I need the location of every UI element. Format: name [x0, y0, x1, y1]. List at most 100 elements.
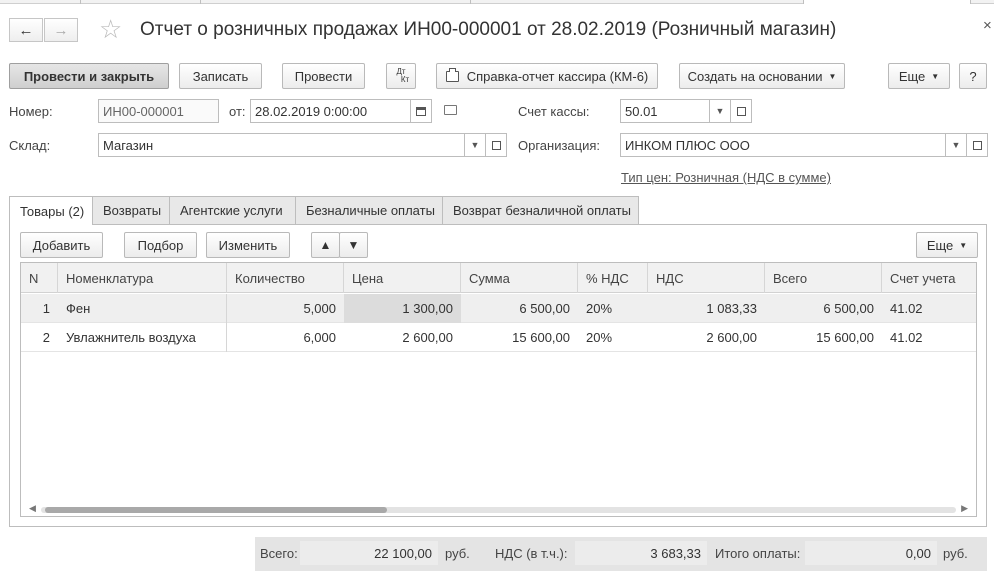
- col-header-sum[interactable]: Сумма: [461, 263, 578, 293]
- post-and-close-button[interactable]: Провести и закрыть: [9, 63, 169, 89]
- chevron-down-icon: ▼: [951, 140, 961, 150]
- forward-arrow-icon: →: [53, 21, 69, 39]
- tab-cashless-payments[interactable]: Безналичные оплаты: [295, 196, 443, 224]
- price-type-link[interactable]: Тип цен: Розничная (НДС в сумме): [621, 170, 831, 185]
- number-label: Номер:: [9, 104, 53, 119]
- cash-account-open[interactable]: [730, 99, 752, 123]
- warehouse-field[interactable]: Магазин: [98, 133, 465, 157]
- chevron-down-icon: ▼: [715, 106, 725, 116]
- scroll-left-icon[interactable]: ◀: [29, 503, 36, 514]
- cell-vat-rate: 20%: [586, 301, 613, 316]
- add-row-button[interactable]: Добавить: [20, 232, 103, 258]
- cell-sum: 15 600,00: [512, 330, 570, 345]
- currency-label-2: руб.: [943, 546, 968, 561]
- tab-separator: [80, 0, 81, 4]
- grid-more-label: Еще: [926, 237, 954, 253]
- table-row[interactable]: 2 Увлажнитель воздуха 6,000 2 600,00 15 …: [21, 323, 976, 352]
- tab-agent-services[interactable]: Агентские услуги: [169, 196, 296, 224]
- cell-qty: 6,000: [303, 330, 336, 345]
- cell-vat: 2 600,00: [706, 330, 757, 345]
- arrow-down-icon: ▼: [347, 238, 360, 252]
- cell-n: 2: [42, 330, 50, 345]
- tab-returns[interactable]: Возвраты: [92, 196, 170, 224]
- total-label: Всего:: [260, 546, 298, 561]
- open-icon: [736, 106, 746, 116]
- organization-open[interactable]: [966, 133, 988, 157]
- col-header-price[interactable]: Цена: [344, 263, 461, 293]
- tab-goods[interactable]: Товары (2): [9, 196, 93, 225]
- cell-sum: 6 500,00: [519, 301, 570, 316]
- table-row[interactable]: 1 Фен 5,000 1 300,00 6 500,00 20% 1 083,…: [21, 294, 976, 323]
- cash-account-dropdown[interactable]: ▼: [709, 99, 731, 123]
- warehouse-label: Склад:: [9, 138, 51, 153]
- cell-price: 2 600,00: [402, 330, 453, 345]
- dropdown-arrow-icon: ▼: [828, 71, 837, 81]
- paid-value: 0,00: [805, 541, 937, 565]
- cell-account: 41.02: [890, 301, 923, 316]
- help-button[interactable]: ?: [959, 63, 987, 89]
- more-label: Еще: [898, 68, 926, 84]
- warehouse-dropdown[interactable]: ▼: [464, 133, 486, 157]
- col-header-vat[interactable]: НДС: [648, 263, 765, 293]
- date-label: от:: [229, 104, 246, 119]
- post-button[interactable]: Провести: [282, 63, 365, 89]
- save-button[interactable]: Записать: [179, 63, 262, 89]
- chevron-down-icon: ▼: [470, 140, 480, 150]
- scroll-right-icon[interactable]: ▶: [961, 503, 968, 514]
- calendar-button[interactable]: [410, 99, 432, 123]
- cell-item: Увлажнитель воздуха: [58, 323, 227, 352]
- dt-kt-icon-bottom: Кт: [400, 75, 410, 84]
- back-button[interactable]: ←: [9, 18, 43, 42]
- grid-more-button[interactable]: Еще ▼: [916, 232, 978, 258]
- window-tab-active[interactable]: [803, 0, 971, 4]
- organization-field[interactable]: ИНКОМ ПЛЮС ООО: [620, 133, 946, 157]
- organization-label: Организация:: [518, 138, 601, 153]
- col-header-vat-rate[interactable]: % НДС: [578, 263, 648, 293]
- favorite-star-icon[interactable]: ☆: [99, 14, 122, 45]
- create-based-on-button[interactable]: Создать на основании ▼: [679, 63, 845, 89]
- more-button[interactable]: Еще ▼: [888, 63, 950, 89]
- tab-cashless-returns[interactable]: Возврат безналичной оплаты: [442, 196, 639, 224]
- dropdown-arrow-icon: ▼: [959, 240, 968, 250]
- print-km6-button[interactable]: Справка-отчет кассира (КМ-6): [436, 63, 658, 89]
- create-based-on-label: Создать на основании: [687, 68, 823, 84]
- scroll-thumb[interactable]: [45, 507, 387, 513]
- dropdown-arrow-icon: ▼: [931, 71, 940, 81]
- open-icon: [972, 140, 982, 150]
- goods-table[interactable]: N Номенклатура Количество Цена Сумма % Н…: [20, 262, 977, 517]
- cell-account: 41.02: [890, 330, 923, 345]
- warehouse-open[interactable]: [485, 133, 507, 157]
- total-value: 22 100,00: [300, 541, 438, 565]
- cash-account-label: Счет кассы:: [518, 104, 590, 119]
- calendar-icon: [416, 106, 426, 116]
- dt-kt-button[interactable]: Дт Кт: [386, 63, 416, 89]
- pick-button[interactable]: Подбор: [124, 232, 197, 258]
- vat-value: 3 683,33: [575, 541, 707, 565]
- window-tab-strip: [0, 0, 994, 4]
- col-header-account[interactable]: Счет учета: [882, 263, 976, 293]
- tab-separator: [200, 0, 201, 4]
- tab-separator: [470, 0, 471, 4]
- move-down-button[interactable]: ▼: [339, 232, 368, 258]
- col-header-item[interactable]: Номенклатура: [58, 263, 227, 293]
- cell-qty: 5,000: [303, 301, 336, 316]
- edit-button[interactable]: Изменить: [206, 232, 290, 258]
- comment-icon[interactable]: [444, 105, 457, 115]
- forward-button[interactable]: →: [44, 18, 78, 42]
- cell-n: 1: [42, 301, 50, 316]
- col-header-total[interactable]: Всего: [765, 263, 882, 293]
- paid-label: Итого оплаты:: [715, 546, 801, 561]
- close-icon[interactable]: ×: [983, 17, 992, 34]
- cell-total: 15 600,00: [816, 330, 874, 345]
- back-arrow-icon: ←: [18, 21, 34, 39]
- organization-dropdown[interactable]: ▼: [945, 133, 967, 157]
- cell-vat-rate: 20%: [586, 330, 613, 345]
- col-header-qty[interactable]: Количество: [227, 263, 344, 293]
- move-up-button[interactable]: ▲: [311, 232, 340, 258]
- cash-account-field[interactable]: 50.01: [620, 99, 710, 123]
- date-field[interactable]: 28.02.2019 0:00:00: [250, 99, 411, 123]
- open-icon: [491, 140, 501, 150]
- horizontal-scrollbar[interactable]: ◀ ▶: [21, 502, 976, 516]
- col-header-n[interactable]: N: [21, 263, 58, 293]
- number-field[interactable]: ИН00-000001: [98, 99, 219, 123]
